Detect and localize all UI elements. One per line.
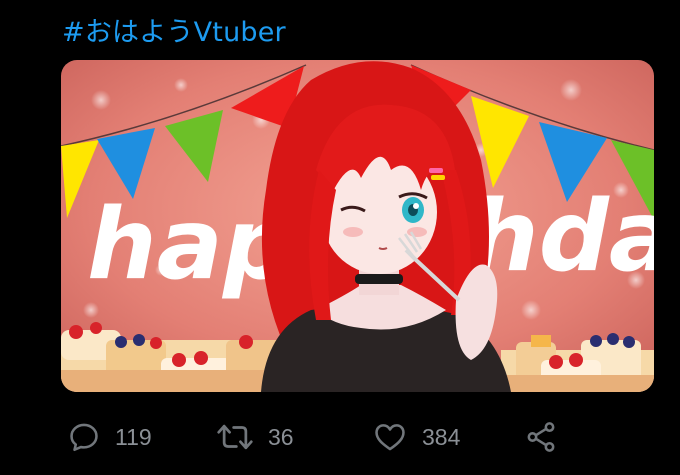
hashtag-link[interactable]: #おはようVtuber: [62, 10, 286, 49]
reply-button[interactable]: 119: [67, 412, 152, 462]
retweet-count: 36: [268, 423, 294, 450]
retweet-button[interactable]: 36: [216, 412, 294, 462]
share-icon: [524, 420, 558, 454]
birthday-illustration: happy hday: [61, 60, 654, 392]
like-count: 384: [422, 423, 461, 450]
tweet-image[interactable]: happy hday: [61, 60, 654, 392]
reply-icon: [67, 420, 101, 454]
like-button[interactable]: 384: [372, 412, 460, 462]
share-button[interactable]: [524, 412, 558, 462]
retweet-icon: [216, 420, 254, 454]
banner-text-right: hday: [469, 180, 654, 294]
heart-icon: [372, 420, 408, 454]
reply-count: 119: [115, 423, 152, 450]
tweet-actions: 119 36 384: [0, 412, 680, 462]
